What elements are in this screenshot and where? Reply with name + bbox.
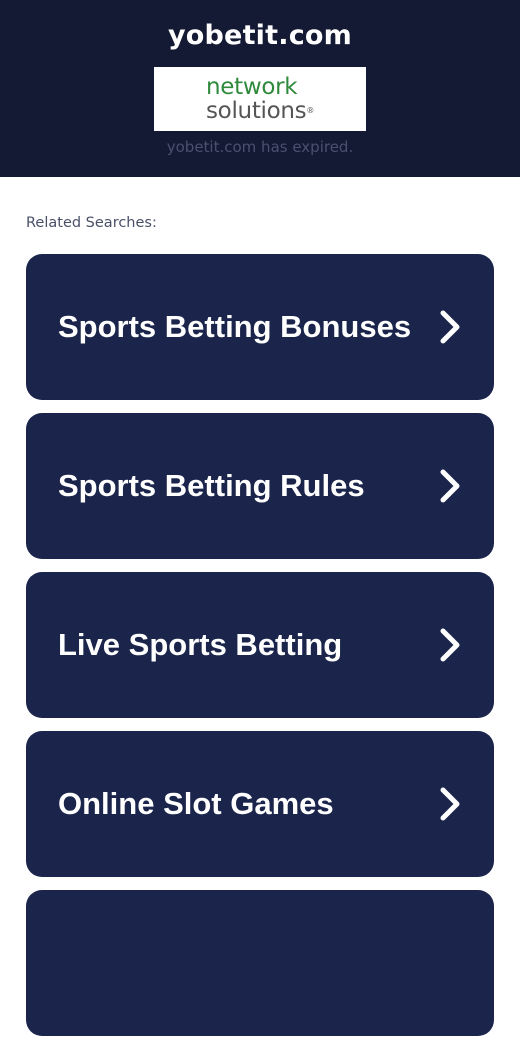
related-search-link[interactable]: Sports Betting Bonuses <box>26 254 494 400</box>
domain-title: yobetit.com <box>167 20 352 51</box>
related-search-label: Online Slot Games <box>58 786 334 821</box>
related-search-link[interactable]: Online Slot Games <box>26 731 494 877</box>
related-searches-list: Sports Betting Bonuses Sports Betting Ru… <box>26 254 494 1049</box>
network-solutions-logo[interactable]: network solutions® <box>154 67 366 131</box>
page-header: yobetit.com network solutions® yobetit.c… <box>0 0 520 177</box>
logo-registered-mark: ® <box>306 106 315 115</box>
chevron-right-icon <box>440 310 460 344</box>
related-search-label: Live Sports Betting <box>58 627 343 662</box>
logo-solutions-text: solutions <box>206 98 307 124</box>
related-searches-label: Related Searches: <box>26 215 157 231</box>
chevron-right-icon <box>440 628 460 662</box>
chevron-right-icon <box>440 787 460 821</box>
related-search-link[interactable]: Live Sports Betting <box>26 572 494 718</box>
logo-line-solutions: solutions® <box>206 99 314 123</box>
logo-line-network: network <box>206 74 298 100</box>
chevron-right-icon <box>440 469 460 503</box>
related-search-link[interactable] <box>26 890 494 1036</box>
related-search-link[interactable]: Sports Betting Rules <box>26 413 494 559</box>
related-search-label: Sports Betting Rules <box>58 468 365 503</box>
related-search-label: Sports Betting Bonuses <box>58 309 412 344</box>
expired-message: yobetit.com has expired. <box>166 138 354 156</box>
